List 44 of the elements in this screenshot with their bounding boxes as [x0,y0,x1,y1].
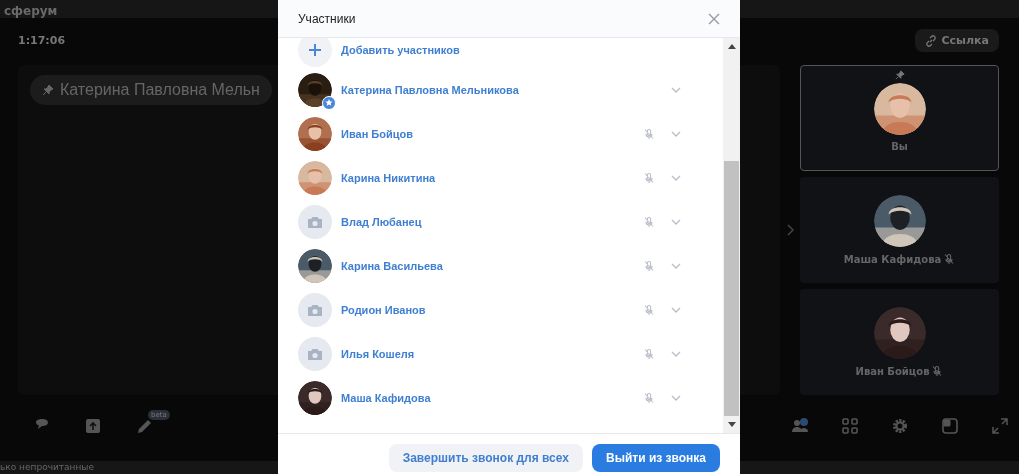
participant-name[interactable]: Катерина Павловна Мельникова [341,84,671,96]
close-icon[interactable] [708,12,720,25]
video-tile[interactable]: Маша Кафидова [800,177,999,283]
participant-name[interactable]: Карина Никитина [341,172,643,184]
add-participants-link[interactable]: Добавить участников [341,44,681,56]
settings-icon[interactable] [891,416,909,435]
chevron-down-icon[interactable] [671,219,681,225]
participant-name[interactable]: Маша Кафидова [341,392,643,404]
chevron-down-icon[interactable] [671,263,681,269]
link-button[interactable]: Ссылка [914,29,999,52]
video-tile[interactable]: Иван Бойцов [800,289,999,395]
chevron-down-icon[interactable] [671,131,681,137]
end-call-button[interactable]: Завершить звонок для всех [388,444,583,472]
participant-name[interactable]: Иван Бойцов [341,128,643,140]
participants-icon[interactable] [791,416,809,435]
pinned-name-label: Катерина Павловна Мельн [30,75,272,105]
participant-name: Вы [891,141,908,152]
brand-name: сферум [4,4,58,18]
video-tile[interactable]: Вы [800,65,999,171]
pin-icon [42,84,54,96]
scrollbar[interactable] [723,38,740,433]
participant-name[interactable]: Илья Кошеля [341,348,643,360]
add-icon[interactable] [298,38,332,67]
window-icon[interactable] [941,416,959,435]
fullscreen-icon[interactable] [991,416,1009,435]
participant-name[interactable]: Родион Иванов [341,304,643,316]
participant-name: Иван Бойцов [855,365,930,377]
dialog-title: Участники [298,11,356,26]
link-icon [924,34,937,47]
scroll-down-icon[interactable] [727,422,736,427]
scroll-up-icon[interactable] [727,44,736,49]
participant-name[interactable]: Влад Любанец [341,216,643,228]
chevron-down-icon[interactable] [671,175,681,181]
participant-name: Маша Кафидова [843,253,942,265]
chevron-down-icon[interactable] [671,351,681,357]
chevron-down-icon[interactable] [671,307,681,313]
unread-filter-label: ько непрочитанные [0,462,94,473]
chevron-down-icon[interactable] [671,395,681,401]
upload-icon[interactable] [84,416,102,435]
leave-call-button[interactable]: Выйти из звонка [592,444,720,472]
grid-icon[interactable] [841,416,859,435]
call-timer: 1:17:06 [18,34,66,47]
chevron-down-icon[interactable] [671,87,681,93]
participant-name[interactable]: Карина Васильева [341,260,643,272]
